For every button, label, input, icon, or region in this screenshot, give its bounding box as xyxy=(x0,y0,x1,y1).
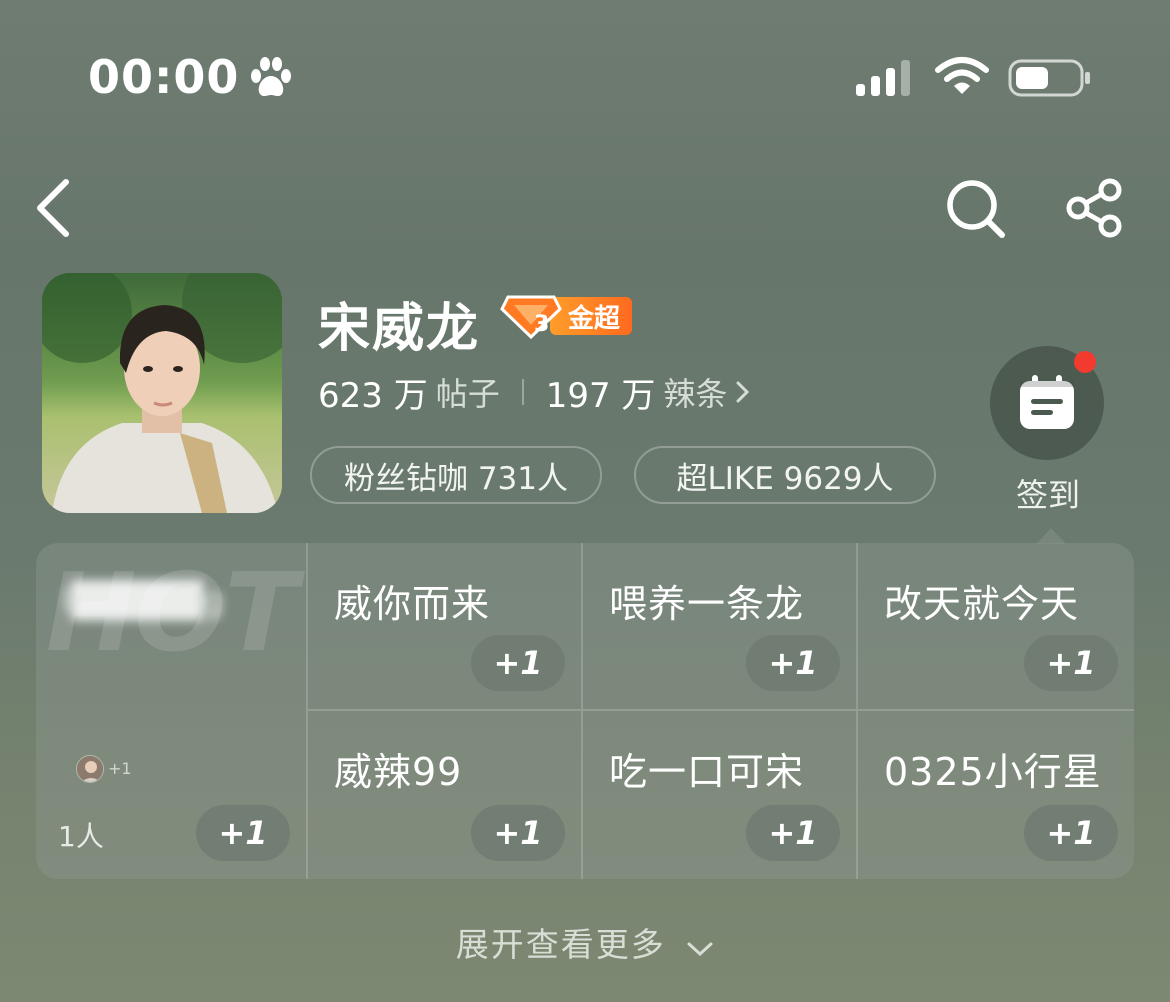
topic-title: 喂养一条龙 xyxy=(609,582,805,626)
stats-divider xyxy=(521,379,524,405)
chevron-right-icon[interactable] xyxy=(735,379,751,405)
profile-name: 宋威龙 xyxy=(318,299,481,359)
notification-dot xyxy=(1074,351,1096,373)
topic-cell[interactable]: 威你而来 +1 xyxy=(308,543,583,711)
profile-stats: 623 万 帖子 197 万 辣条 xyxy=(318,366,751,418)
status-time: 00:00 xyxy=(88,50,240,104)
spicy-label[interactable]: 辣条 xyxy=(663,369,727,415)
fans-pill[interactable]: 粉丝钻咖 731人 xyxy=(310,446,602,504)
topic-title: 威你而来 xyxy=(334,582,491,626)
share-icon[interactable] xyxy=(1064,178,1128,238)
expand-more-button[interactable]: 展开查看更多 xyxy=(0,918,1170,966)
topic-cell[interactable]: 0325小行星 +1 xyxy=(858,711,1134,879)
topic-title: 改天就今天 xyxy=(884,582,1080,626)
plus-one-button[interactable]: +1 xyxy=(196,805,290,861)
badge-label: 金超 xyxy=(550,297,633,335)
spicy-count[interactable]: 197 万 xyxy=(546,368,656,417)
chevron-down-icon xyxy=(686,927,714,966)
avatar[interactable] xyxy=(42,273,282,513)
back-icon[interactable] xyxy=(30,176,80,240)
search-icon[interactable] xyxy=(944,178,1010,240)
expand-label: 展开查看更多 xyxy=(455,925,666,964)
level-badge[interactable]: 3 金超 xyxy=(500,294,634,339)
plus-one-button[interactable]: +1 xyxy=(1024,635,1118,691)
topic-cell[interactable]: 改天就今天 +1 xyxy=(858,543,1134,711)
wifi-icon xyxy=(935,57,989,94)
topic-cell[interactable]: 喂养一条龙 +1 xyxy=(583,543,858,711)
mini-avatar xyxy=(76,755,104,783)
checkin-label[interactable]: 签到 xyxy=(1016,470,1080,516)
topic-title: 0325小行星 xyxy=(884,750,1102,794)
paw-icon xyxy=(251,57,291,97)
topic-cell[interactable]: 吃一口可宋 +1 xyxy=(583,711,858,879)
topic-grid: HOT I█████g +1 1人 +1 威你而来 +1 喂养一条龙 +1 改天… xyxy=(36,543,1134,879)
topic-title: 威辣99 xyxy=(334,750,463,794)
diamond-icon: 3 xyxy=(500,295,562,339)
hot-count: 1人 xyxy=(58,820,104,853)
plus-one-button[interactable]: +1 xyxy=(746,635,840,691)
battery-icon xyxy=(1008,59,1090,97)
calendar-icon xyxy=(1020,375,1074,429)
panel-caret xyxy=(1036,528,1066,544)
topic-title: 吃一口可宋 xyxy=(609,750,805,794)
signal-icon xyxy=(856,60,910,96)
mini-plus-label: +1 xyxy=(108,759,132,778)
hot-cell[interactable]: HOT I█████g +1 1人 +1 xyxy=(36,543,308,879)
plus-one-button[interactable]: +1 xyxy=(1024,805,1118,861)
plus-one-button[interactable]: +1 xyxy=(746,805,840,861)
posts-label: 帖子 xyxy=(435,375,500,413)
plus-one-button[interactable]: +1 xyxy=(471,635,565,691)
topic-cell[interactable]: 威辣99 +1 xyxy=(308,711,583,879)
hot-blurred-title: I█████g xyxy=(62,581,225,621)
badge-level-number: 3 xyxy=(534,312,549,337)
posts-count: 623 万 xyxy=(318,375,428,416)
plus-one-button[interactable]: +1 xyxy=(471,805,565,861)
super-like-pill[interactable]: 超LIKE 9629人 xyxy=(634,446,936,504)
avatar-image xyxy=(42,273,282,513)
